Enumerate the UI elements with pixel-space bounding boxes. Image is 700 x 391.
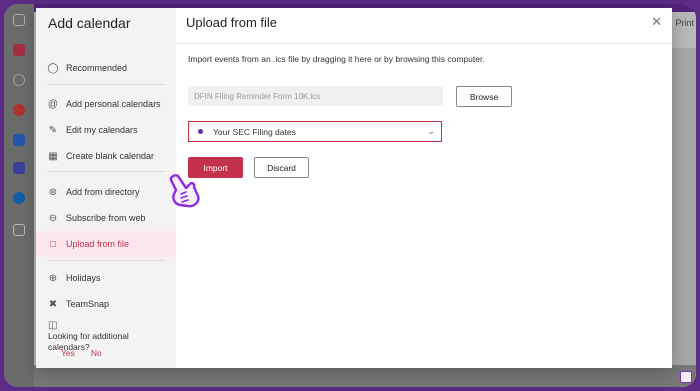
globe-link-icon: ⊖	[48, 212, 58, 224]
sidebar-item-edit-my-calendars[interactable]: ✎ Edit my calendars	[36, 118, 176, 142]
at-sign-icon: @	[47, 98, 59, 110]
sidebar-item-add-personal-calendars[interactable]: @ Add personal calendars	[36, 92, 176, 116]
file-name-field[interactable]: DFIN Filing Reminder Form 10K.ics	[188, 86, 443, 106]
calendar-icon: ▦	[48, 150, 58, 162]
calendar-select-value: Your SEC Filing dates	[213, 126, 296, 137]
pointer-hand-icon	[169, 174, 200, 208]
sidebar-item-label: Create blank calendar	[66, 151, 155, 161]
feedback-buttons: Yes No	[61, 348, 102, 358]
add-calendar-dialog: Add calendar ◯ Recommended @ Add persona…	[36, 8, 672, 368]
sidebar-item-create-blank-calendar[interactable]: ▦ Create blank calendar	[36, 144, 176, 168]
calendar-color-dot	[198, 129, 203, 134]
chevron-down-icon: ⌄	[427, 126, 435, 136]
sidebar-item-label: Subscribe from web	[66, 213, 146, 223]
browse-button[interactable]: Browse	[456, 86, 512, 107]
sidebar-item-label: TeamSnap	[66, 299, 110, 309]
globe-icon: ⊕	[48, 272, 58, 284]
sidebar-item-label: Add from directory	[66, 187, 140, 197]
sidebar-item-recommended[interactable]: ◯ Recommended	[36, 56, 176, 80]
sidebar-item-teamsnap[interactable]: ✖ TeamSnap	[36, 292, 176, 316]
people-search-icon: ⊛	[48, 186, 58, 198]
lightbulb-icon: ◯	[47, 62, 59, 74]
sidebar-item-subscribe-from-web[interactable]: ⊖ Subscribe from web	[36, 206, 176, 230]
sidebar-item-holidays[interactable]: ⊕ Holidays	[36, 266, 176, 290]
sidebar-item-label: Upload from file	[66, 239, 130, 249]
feedback-icon: ◫	[48, 320, 58, 331]
calendar-select[interactable]: Your SEC Filing dates ⌄	[188, 121, 442, 142]
close-icon[interactable]: ✕	[651, 14, 662, 30]
edit-calendar-icon: ✎	[48, 124, 58, 136]
no-link[interactable]: No	[91, 348, 102, 358]
sidebar-title: Add calendar	[48, 15, 131, 31]
file-icon: □	[49, 238, 57, 250]
sidebar-divider	[47, 260, 165, 261]
dialog-title: Upload from file	[186, 15, 278, 30]
sidebar-item-upload-from-file[interactable]: □ Upload from file	[36, 231, 176, 257]
header-divider	[176, 43, 672, 44]
sidebar-item-label: Add personal calendars	[66, 99, 161, 109]
sidebar-divider	[47, 171, 165, 172]
yes-link[interactable]: Yes	[61, 348, 75, 358]
sidebar-divider	[47, 84, 165, 85]
dialog-content: Upload from file ✕ Import events from an…	[176, 8, 672, 368]
sidebar-item-label: Holidays	[66, 273, 101, 283]
sidebar-item-label: Recommended	[66, 63, 128, 73]
upload-description: Import events from an .ics file by dragg…	[188, 54, 485, 64]
teamsnap-icon: ✖	[48, 298, 58, 310]
dialog-sidebar: Add calendar ◯ Recommended @ Add persona…	[36, 8, 176, 368]
sidebar-item-label: Edit my calendars	[66, 125, 138, 135]
corner-app-icon[interactable]	[680, 371, 692, 383]
sidebar-item-add-from-directory[interactable]: ⊛ Add from directory	[36, 180, 176, 204]
discard-button[interactable]: Discard	[254, 157, 309, 178]
